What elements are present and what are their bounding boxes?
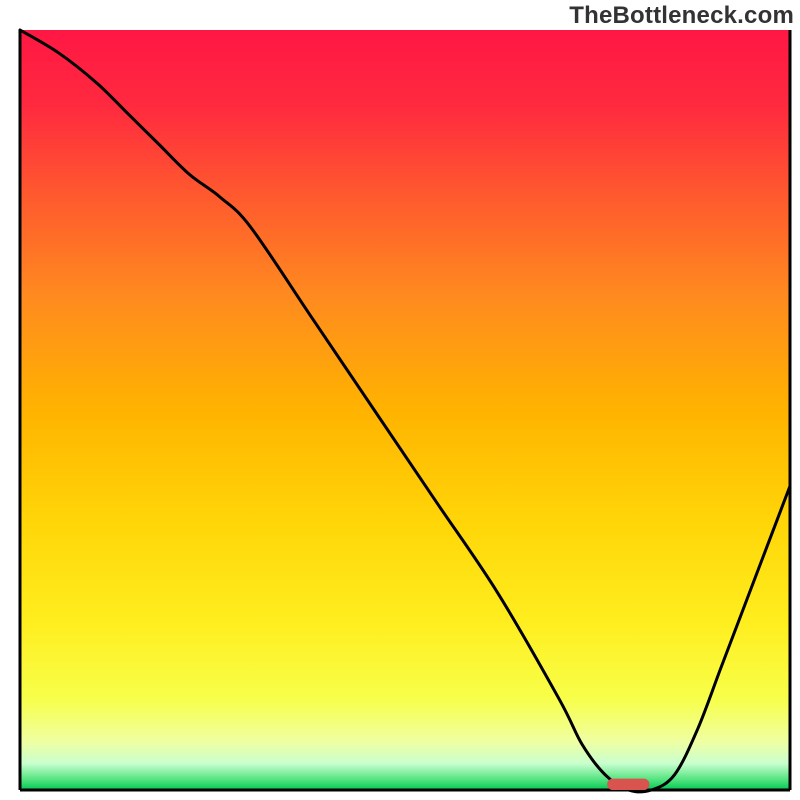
watermark-text: TheBottleneck.com xyxy=(569,2,794,30)
chart-container: TheBottleneck.com xyxy=(0,0,800,800)
bottleneck-curve-chart xyxy=(0,0,800,800)
optimal-marker xyxy=(607,779,649,790)
chart-background-gradient xyxy=(20,30,790,790)
